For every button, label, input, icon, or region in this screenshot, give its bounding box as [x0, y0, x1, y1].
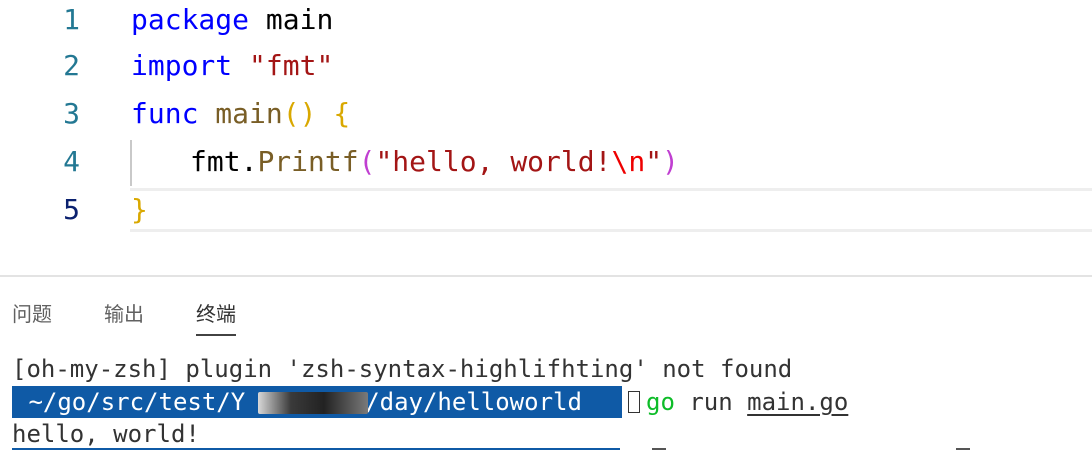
brace-token: { — [333, 97, 351, 130]
command-file: main.go — [747, 388, 849, 416]
code-text: package main — [131, 0, 333, 40]
paren-token: ) — [662, 145, 679, 178]
paren-token: ( — [282, 97, 300, 130]
string-token: "hello, world! — [375, 145, 612, 178]
code-line[interactable]: 3 func main() { — [0, 94, 1092, 140]
function-token: main — [215, 97, 283, 130]
keyword-token: package — [131, 3, 250, 36]
line-number: 5 — [63, 193, 80, 226]
divider-tick — [956, 448, 970, 450]
line-number: 1 — [63, 3, 80, 36]
redaction-blur — [258, 392, 368, 414]
tab-problems[interactable]: 问题 — [12, 298, 52, 334]
escape-token: \n — [611, 145, 646, 178]
identifier-token: fmt. — [190, 145, 258, 178]
code-text: fmt.Printf("hello, world!\n") — [190, 142, 679, 182]
identifier-token: main — [249, 3, 334, 36]
terminal-warning-line: [oh-my-zsh] plugin 'zsh-syntax-highlifht… — [12, 355, 793, 383]
prompt-path-start: ~/go/src/test/Y — [14, 388, 246, 416]
command-run: run — [674, 388, 748, 416]
code-text: import "fmt" — [131, 46, 333, 86]
line-number: 2 — [63, 49, 80, 82]
code-text: } — [131, 190, 148, 230]
panel-divider[interactable] — [0, 275, 1092, 277]
tab-output[interactable]: 输出 — [104, 298, 144, 334]
code-editor[interactable]: 1 package main 2 import "fmt" 3 func mai… — [0, 0, 1092, 272]
line-number: 3 — [63, 97, 80, 130]
prompt-glyph-icon — [628, 391, 640, 413]
line-number: 4 — [63, 145, 80, 178]
keyword-token: func — [131, 97, 199, 130]
tab-terminal[interactable]: 终端 — [196, 298, 236, 336]
paren-token: ( — [358, 145, 376, 178]
divider-tick — [652, 448, 666, 450]
brace-token: } — [131, 193, 148, 226]
paren-token: ) — [299, 97, 317, 130]
selection-underline — [12, 448, 620, 450]
string-token: " — [645, 145, 663, 178]
prompt-path-end: /day/helloworld — [365, 388, 582, 416]
code-text: func main() { — [131, 94, 350, 134]
function-token: Printf — [257, 145, 359, 178]
code-line[interactable]: 1 package main — [0, 0, 1092, 46]
terminal-prompt-line[interactable]: ~/go/src/test/Y/day/helloworld go run mai… — [12, 386, 848, 418]
command-go: go — [646, 388, 675, 416]
string-token: "fmt" — [249, 49, 334, 82]
terminal-output-line: hello, world! — [12, 420, 200, 448]
code-line[interactable]: 2 import "fmt" — [0, 46, 1092, 92]
code-line[interactable]: 4 fmt.Printf("hello, world!\n") — [0, 142, 1092, 188]
code-line[interactable]: 5 } — [0, 190, 1092, 236]
keyword-token: import — [131, 49, 233, 82]
